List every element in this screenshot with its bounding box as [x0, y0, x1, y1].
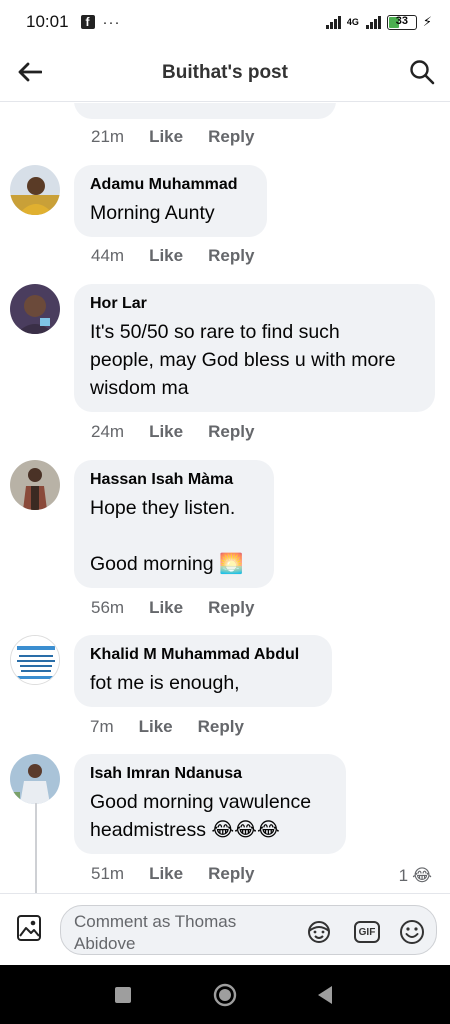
- comment-time: 21m: [91, 127, 125, 146]
- comment-author[interactable]: Khalid M Muhammad Abdul: [90, 646, 316, 664]
- emoji-icon: [400, 920, 424, 944]
- like-button[interactable]: Like: [149, 598, 183, 618]
- laughing-emoji-icon: 😂: [412, 866, 432, 885]
- circle-icon: [213, 983, 237, 1007]
- photo-icon: [17, 915, 41, 941]
- comment-author[interactable]: Isah Imran Ndanusa: [90, 765, 330, 783]
- like-button[interactable]: Like: [149, 422, 183, 442]
- triangle-back-icon: [318, 986, 332, 1004]
- wifi-signal-icon: [325, 15, 341, 29]
- page-title: Buithat's post: [162, 61, 288, 83]
- comment-meta: 51m Like Reply: [91, 864, 279, 884]
- placeholder-line: Abidove: [74, 934, 136, 953]
- emoji-button[interactable]: [398, 918, 426, 946]
- comment-text-line: headmistress 😂😂😂: [90, 819, 280, 841]
- reply-button[interactable]: Reply: [198, 717, 244, 737]
- comment-text: fot me is enough,: [90, 672, 240, 694]
- sticker-button[interactable]: [305, 918, 333, 946]
- comment-input[interactable]: Comment as Thomas Abidove GIF: [60, 905, 437, 955]
- sticker-icon: [308, 921, 330, 943]
- comment-author[interactable]: Hor Lar: [90, 295, 419, 313]
- avatar[interactable]: [10, 165, 60, 215]
- comment-bubble[interactable]: Hassan Isah Màma Hope they listen. Good …: [74, 460, 274, 588]
- charging-icon: ⚡: [422, 14, 432, 29]
- cell-signal-icon: [365, 15, 381, 29]
- facebook-notification-icon: f: [80, 15, 95, 29]
- comments-feed[interactable]: 21m Like Reply Adamu Muhammad Morning Au…: [0, 103, 450, 893]
- avatar[interactable]: [10, 284, 60, 334]
- avatar-image: [10, 284, 60, 334]
- reply-button[interactable]: Reply: [208, 422, 254, 442]
- comment-meta: 56m Like Reply: [91, 598, 279, 618]
- like-button[interactable]: Like: [149, 246, 183, 266]
- comment-time: 51m: [91, 864, 125, 883]
- system-navigation-bar: [0, 965, 450, 1024]
- reaction-summary[interactable]: 1 😂: [399, 866, 432, 886]
- gif-label: GIF: [358, 926, 376, 938]
- comment-bubble[interactable]: Adamu Muhammad Morning Aunty: [74, 165, 267, 237]
- comment-text: Morning Aunty: [90, 202, 215, 224]
- search-icon: [410, 60, 435, 85]
- placeholder-line: Comment as Thomas: [74, 912, 237, 931]
- photo-button[interactable]: [16, 914, 42, 942]
- comment-bubble[interactable]: Hor Lar It's 50/50 so rare to find such …: [74, 284, 435, 412]
- reply-button[interactable]: Reply: [208, 598, 254, 618]
- comment-text-line: wisdom ma: [90, 377, 189, 399]
- comment-text-line: [90, 522, 258, 550]
- comment-composer: Comment as Thomas Abidove GIF: [0, 893, 450, 965]
- reply-button[interactable]: Reply: [208, 864, 254, 884]
- avatar-image: [10, 754, 60, 804]
- reaction-count: 1: [398, 866, 409, 885]
- network-type: 4G: [346, 16, 359, 27]
- comment-author[interactable]: Hassan Isah Màma: [90, 471, 258, 489]
- comment-meta-previous: 21m Like Reply: [91, 127, 279, 147]
- more-notifications-icon: ···: [102, 13, 121, 31]
- status-bar: 10:01 f ··· 4G 33 ⚡: [0, 0, 450, 44]
- comment-text-line: Good morning vawulence: [90, 791, 312, 813]
- square-icon: [115, 987, 131, 1003]
- reply-button[interactable]: Reply: [208, 246, 254, 266]
- avatar-image: [11, 636, 59, 684]
- comment-bubble[interactable]: Isah Imran Ndanusa Good morning vawulenc…: [74, 754, 346, 854]
- comment-time: 24m: [91, 422, 125, 441]
- comment-text-line: Hope they listen.: [90, 497, 236, 519]
- avatar[interactable]: [10, 460, 60, 510]
- comment-bubble[interactable]: Khalid M Muhammad Abdul fot me is enough…: [74, 635, 332, 707]
- like-button[interactable]: Like: [149, 864, 183, 884]
- like-button[interactable]: Like: [139, 717, 173, 737]
- comment-time: 7m: [90, 717, 114, 736]
- battery-icon: 33: [386, 14, 417, 30]
- comment-time: 44m: [91, 246, 125, 265]
- back-nav-button[interactable]: [312, 982, 338, 1008]
- comment-meta: 7m Like Reply: [90, 717, 269, 737]
- gif-button[interactable]: GIF: [353, 918, 381, 946]
- avatar-image: [10, 460, 60, 510]
- comment-text-line: Good morning 🌅: [90, 553, 244, 575]
- like-button[interactable]: Like: [149, 127, 183, 147]
- comment-author[interactable]: Adamu Muhammad: [90, 176, 251, 194]
- avatar[interactable]: [10, 635, 60, 685]
- recents-button[interactable]: [110, 982, 136, 1008]
- previous-comment-bubble: [74, 103, 336, 119]
- comment-text-line: people, may God bless u with more: [90, 349, 396, 371]
- comment-meta: 24m Like Reply: [91, 422, 279, 442]
- battery-level: 33: [395, 14, 408, 27]
- comment-text-line: It's 50/50 so rare to find such: [90, 321, 340, 343]
- search-button[interactable]: [406, 56, 438, 88]
- post-header: Buithat's post: [0, 44, 450, 102]
- comment-meta: 44m Like Reply: [91, 246, 279, 266]
- avatar[interactable]: [10, 754, 60, 804]
- reply-thread-line: [35, 803, 37, 893]
- avatar-image: [10, 165, 60, 215]
- status-time: 10:01: [26, 12, 69, 31]
- comment-time: 56m: [91, 598, 125, 617]
- comment-placeholder: Comment as Thomas Abidove: [74, 911, 274, 955]
- reply-button[interactable]: Reply: [208, 127, 254, 147]
- home-button[interactable]: [212, 982, 238, 1008]
- status-indicators: 4G 33 ⚡: [325, 14, 432, 30]
